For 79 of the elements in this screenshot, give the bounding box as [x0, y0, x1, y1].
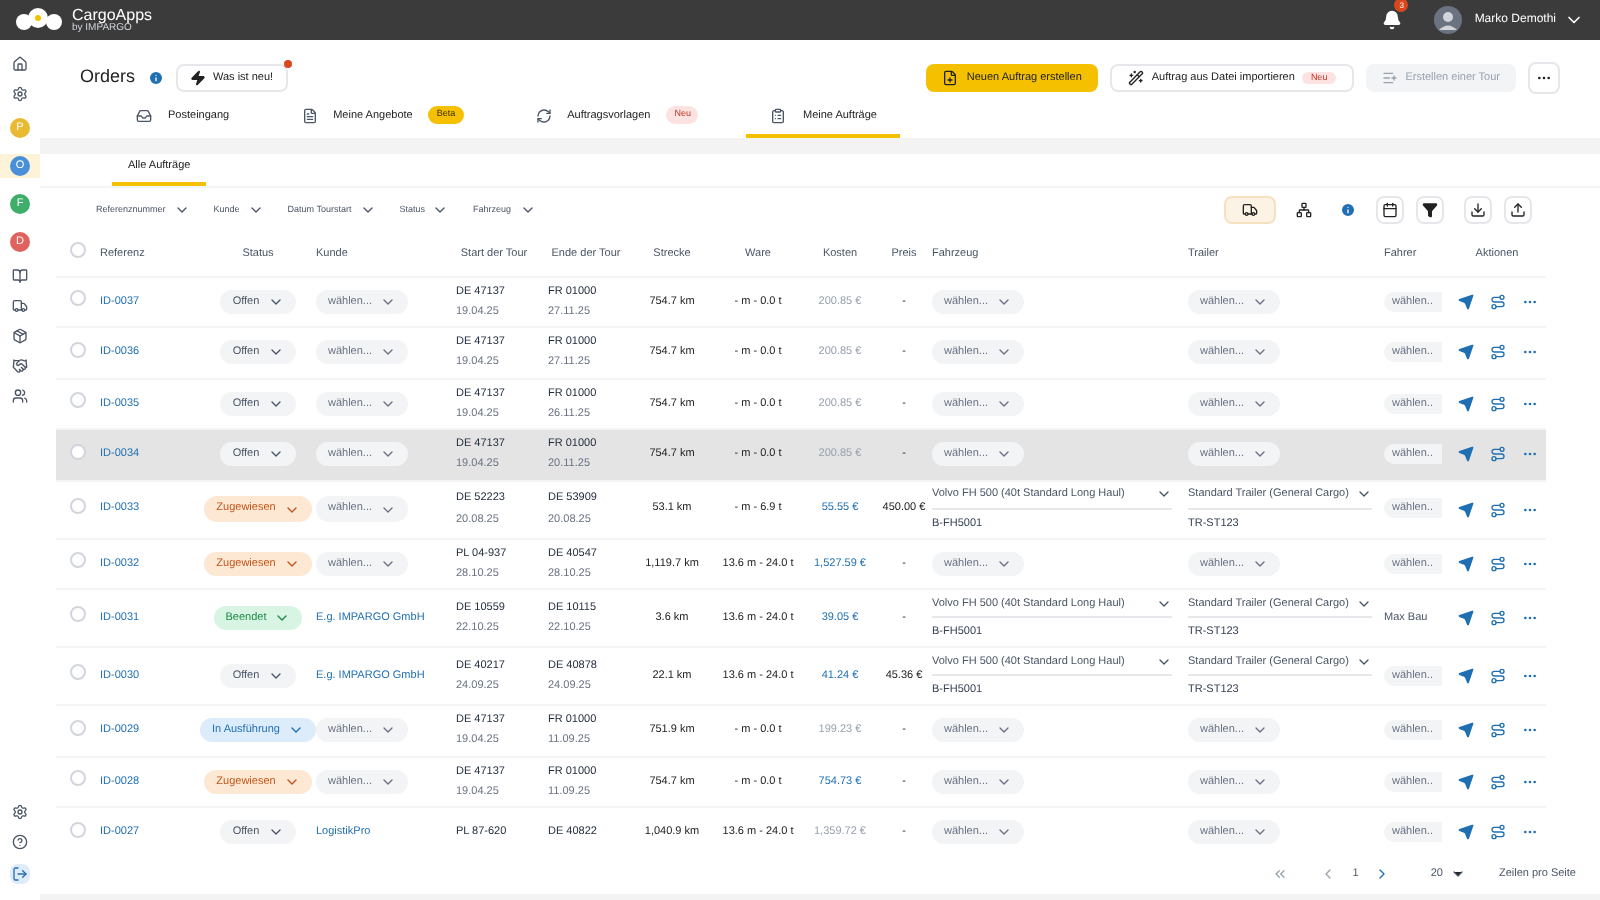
route-icon[interactable]	[1489, 824, 1505, 841]
info-icon	[1340, 202, 1356, 218]
collapse-icon[interactable]	[10, 864, 30, 884]
route-icon[interactable]	[1489, 446, 1505, 463]
send-icon[interactable]	[1457, 501, 1473, 517]
settings-icon[interactable]	[12, 86, 28, 102]
send-icon[interactable]	[1457, 395, 1473, 412]
info-icon[interactable]	[147, 70, 164, 86]
chevron-down-icon	[519, 202, 535, 218]
chevron-down-icon	[173, 202, 190, 218]
clipboard-icon	[770, 107, 787, 124]
wand-icon	[1127, 70, 1144, 86]
select-all-checkbox[interactable]	[70, 242, 86, 259]
row-checkbox[interactable]	[70, 770, 86, 787]
row-checkbox[interactable]	[70, 821, 86, 838]
row-checkbox[interactable]	[70, 664, 86, 681]
route-icon[interactable]	[1489, 293, 1505, 310]
lightning-icon	[189, 70, 206, 86]
document-icon	[301, 107, 318, 124]
row-checkbox[interactable]	[70, 719, 86, 736]
refresh-icon	[535, 107, 552, 124]
send-icon[interactable]	[1457, 722, 1473, 739]
send-icon[interactable]	[1457, 555, 1473, 572]
route-icon[interactable]	[1489, 344, 1505, 361]
first-page-icon[interactable]	[1272, 866, 1289, 882]
app-name: CargoApps	[72, 7, 153, 23]
send-icon[interactable]	[1457, 773, 1473, 790]
truck-icon	[1242, 202, 1258, 218]
upload-icon	[1510, 202, 1526, 218]
chevron-down-icon	[267, 668, 284, 684]
chevron-down-icon	[274, 610, 291, 626]
settings-icon[interactable]	[12, 804, 28, 820]
download-button[interactable]	[1464, 196, 1492, 224]
home-icon[interactable]	[12, 56, 28, 72]
download-icon	[1470, 202, 1486, 218]
row-checkbox[interactable]	[70, 443, 86, 460]
book-icon[interactable]	[12, 268, 28, 284]
send-icon[interactable]	[1457, 668, 1473, 684]
chevron-down-icon	[247, 202, 264, 218]
notification-icon[interactable]	[1382, 10, 1403, 30]
filter-button[interactable]	[1416, 196, 1444, 224]
logo-icon	[16, 8, 64, 32]
row-checkbox[interactable]	[70, 606, 86, 623]
send-icon[interactable]	[1457, 293, 1473, 310]
caret-down-icon	[1450, 866, 1467, 882]
send-icon[interactable]	[1457, 446, 1473, 463]
route-icon[interactable]	[1489, 555, 1505, 572]
truck-view-button[interactable]	[1224, 196, 1276, 224]
package-icon[interactable]	[12, 328, 28, 344]
calendar-icon	[1382, 202, 1398, 218]
list-plus-icon	[1381, 70, 1398, 86]
route-icon[interactable]	[1489, 668, 1505, 684]
send-icon[interactable]	[1457, 344, 1473, 361]
send-icon[interactable]	[1457, 610, 1473, 626]
send-icon[interactable]	[1457, 824, 1473, 841]
filter-icon	[1422, 202, 1438, 218]
row-checkbox[interactable]	[70, 497, 86, 514]
chevron-down-icon	[432, 202, 449, 218]
route-icon[interactable]	[1489, 395, 1505, 412]
avatar[interactable]	[1434, 6, 1463, 34]
handshake-icon[interactable]	[12, 358, 28, 374]
help-icon[interactable]	[12, 834, 28, 850]
chevron-down-icon	[359, 202, 376, 218]
inbox-icon	[136, 107, 152, 124]
users-icon[interactable]	[12, 388, 28, 404]
file-plus-icon	[942, 70, 959, 86]
row-checkbox[interactable]	[70, 392, 86, 409]
route-icon[interactable]	[1489, 773, 1505, 790]
calendar-button[interactable]	[1376, 196, 1404, 224]
route-icon[interactable]	[1489, 501, 1505, 517]
route-icon[interactable]	[1489, 722, 1505, 739]
row-checkbox[interactable]	[70, 290, 86, 307]
row-checkbox[interactable]	[70, 552, 86, 569]
row-checkbox[interactable]	[70, 341, 86, 358]
upload-button[interactable]	[1504, 196, 1532, 224]
route-icon[interactable]	[1489, 610, 1505, 626]
network-icon	[1296, 202, 1312, 218]
truck-icon[interactable]	[12, 298, 28, 314]
page-title: Orders	[80, 64, 136, 91]
